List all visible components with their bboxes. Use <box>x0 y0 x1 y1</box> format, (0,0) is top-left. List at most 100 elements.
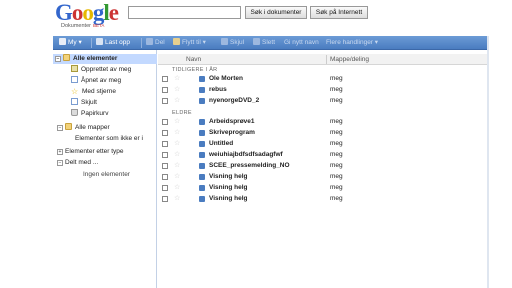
sidebar-item-not-in-folders[interactable]: Elementer som ikke er i <box>75 134 143 144</box>
search-docs-button[interactable]: Søk i dokumenter <box>245 6 307 19</box>
new-doc-icon <box>59 38 66 45</box>
move-to-button[interactable]: Flytt til ▾ <box>173 36 206 50</box>
document-icon <box>199 141 205 147</box>
file-share: meg <box>330 118 343 125</box>
beta-badge: BETA <box>92 23 105 28</box>
document-icon <box>199 87 205 93</box>
google-docs-logo[interactable]: Google Dokumenter BETA <box>55 1 127 33</box>
document-icon <box>199 130 205 136</box>
logo-wordmark: Google <box>55 0 119 25</box>
share-button[interactable]: Del <box>146 36 165 50</box>
sidebar-item-shared-with[interactable]: − Delt med ... <box>57 158 98 168</box>
rename-button[interactable]: Gi nytt navn <box>284 36 319 50</box>
table-row[interactable]: ☆ weiuhiajbdfsdfsadagfwf meg <box>158 150 487 160</box>
row-checkbox[interactable] <box>162 196 168 202</box>
table-row[interactable]: ☆ Arbeidsprøve1 meg <box>158 117 487 127</box>
column-header-name[interactable]: Navn <box>186 54 201 65</box>
scrollbar-track[interactable] <box>487 36 489 288</box>
sidebar-item-starred[interactable]: ☆ Med stjerne <box>71 87 116 97</box>
table-row[interactable]: ☆ SCEE_pressemelding_NO meg <box>158 161 487 171</box>
table-row[interactable]: ☆ nyenorgeDVD_2 meg <box>158 96 487 106</box>
header: Google Dokumenter BETA Søk i dokumenter S… <box>0 0 512 34</box>
upload-button[interactable]: Last opp <box>96 36 130 50</box>
star-toggle-icon[interactable]: ☆ <box>174 184 180 192</box>
row-checkbox[interactable] <box>162 87 168 93</box>
sidebar-item-trash[interactable]: Papirkurv <box>71 109 108 119</box>
file-name[interactable]: nyenorgeDVD_2 <box>209 96 259 106</box>
search-web-button[interactable]: Søk på Internett <box>310 6 368 19</box>
file-name[interactable]: Visning helg <box>209 172 248 182</box>
row-checkbox[interactable] <box>162 185 168 191</box>
file-name[interactable]: rebus <box>209 85 227 95</box>
toolbar-divider <box>141 38 142 48</box>
table-row[interactable]: ☆ Untitled meg <box>158 139 487 149</box>
sidebar-item-hidden[interactable]: Skjult <box>71 98 97 108</box>
row-checkbox[interactable] <box>162 130 168 136</box>
table-row[interactable]: ☆ Visning helg meg <box>158 172 487 182</box>
file-name[interactable]: Skriveprogram <box>209 128 255 138</box>
file-name[interactable]: Arbeidsprøve1 <box>209 117 255 127</box>
star-toggle-icon[interactable]: ☆ <box>174 118 180 126</box>
row-checkbox[interactable] <box>162 163 168 169</box>
share-icon <box>146 38 153 45</box>
star-toggle-icon[interactable]: ☆ <box>174 195 180 203</box>
file-name[interactable]: SCEE_pressemelding_NO <box>209 161 290 171</box>
file-share: meg <box>330 184 343 191</box>
hide-button[interactable]: Skjul <box>221 36 244 50</box>
file-name[interactable]: Ole Morten <box>209 74 243 84</box>
row-checkbox[interactable] <box>162 141 168 147</box>
star-toggle-icon[interactable]: ☆ <box>174 75 180 83</box>
trash-icon <box>71 109 78 116</box>
toolbar-divider <box>91 38 92 48</box>
chevron-down-icon: ▾ <box>202 39 206 46</box>
folder-icon <box>173 38 180 45</box>
row-checkbox[interactable] <box>162 119 168 125</box>
row-checkbox[interactable] <box>162 98 168 104</box>
table-row[interactable]: ☆ Skriveprogram meg <box>158 128 487 138</box>
row-checkbox[interactable] <box>162 174 168 180</box>
table-row[interactable]: ☆ Ole Morten meg <box>158 74 487 84</box>
star-toggle-icon[interactable]: ☆ <box>174 140 180 148</box>
row-checkbox[interactable] <box>162 152 168 158</box>
sidebar-item-created-by-me[interactable]: Opprettet av meg <box>71 65 131 75</box>
expand-icon[interactable]: + <box>57 149 63 155</box>
new-menu-button[interactable]: My ▾ <box>59 36 82 50</box>
file-share: meg <box>330 97 343 104</box>
sidebar-item-all-items[interactable]: − Alle elementer <box>53 54 157 64</box>
more-actions-button[interactable]: Flere handlinger ▾ <box>326 36 378 50</box>
document-icon <box>199 119 205 125</box>
star-toggle-icon[interactable]: ☆ <box>174 86 180 94</box>
document-icon <box>199 163 205 169</box>
table-row[interactable]: ☆ rebus meg <box>158 85 487 95</box>
chevron-down-icon: ▾ <box>78 39 82 46</box>
sidebar-item-all-folders[interactable]: − Alle mapper <box>57 123 110 133</box>
table-row[interactable]: ☆ Visning helg meg <box>158 194 487 204</box>
star-toggle-icon[interactable]: ☆ <box>174 129 180 137</box>
column-header-share[interactable]: Mappe/deling <box>330 54 369 65</box>
search-input[interactable] <box>128 6 241 19</box>
row-checkbox[interactable] <box>162 76 168 82</box>
star-toggle-icon[interactable]: ☆ <box>174 173 180 181</box>
file-name[interactable]: weiuhiajbdfsdfsadagfwf <box>209 150 283 160</box>
file-name[interactable]: Visning helg <box>209 194 248 204</box>
file-name[interactable]: Visning helg <box>209 183 248 193</box>
star-toggle-icon[interactable]: ☆ <box>174 151 180 159</box>
table-row[interactable]: ☆ Visning helg meg <box>158 183 487 193</box>
list-header: Navn Mappe/deling <box>158 54 487 65</box>
column-divider <box>326 55 327 64</box>
collapse-icon[interactable]: − <box>57 160 63 166</box>
file-list: Navn Mappe/deling TIDLIGERE I ÅR ☆ Ole Mo… <box>158 50 487 288</box>
trash-icon <box>253 38 260 45</box>
hide-icon <box>221 38 228 45</box>
file-name[interactable]: Untitled <box>209 139 233 149</box>
sidebar-item-opened-by-me[interactable]: Åpnet av meg <box>71 76 121 86</box>
document-icon <box>199 185 205 191</box>
sidebar-item-items-by-type[interactable]: + Elementer etter type <box>57 147 124 157</box>
collapse-icon[interactable]: − <box>57 125 63 131</box>
delete-button[interactable]: Slett <box>253 36 275 50</box>
star-toggle-icon[interactable]: ☆ <box>174 162 180 170</box>
document-icon <box>199 98 205 104</box>
pencil-icon <box>71 65 78 72</box>
star-toggle-icon[interactable]: ☆ <box>174 97 180 105</box>
collapse-icon[interactable]: − <box>55 56 61 62</box>
